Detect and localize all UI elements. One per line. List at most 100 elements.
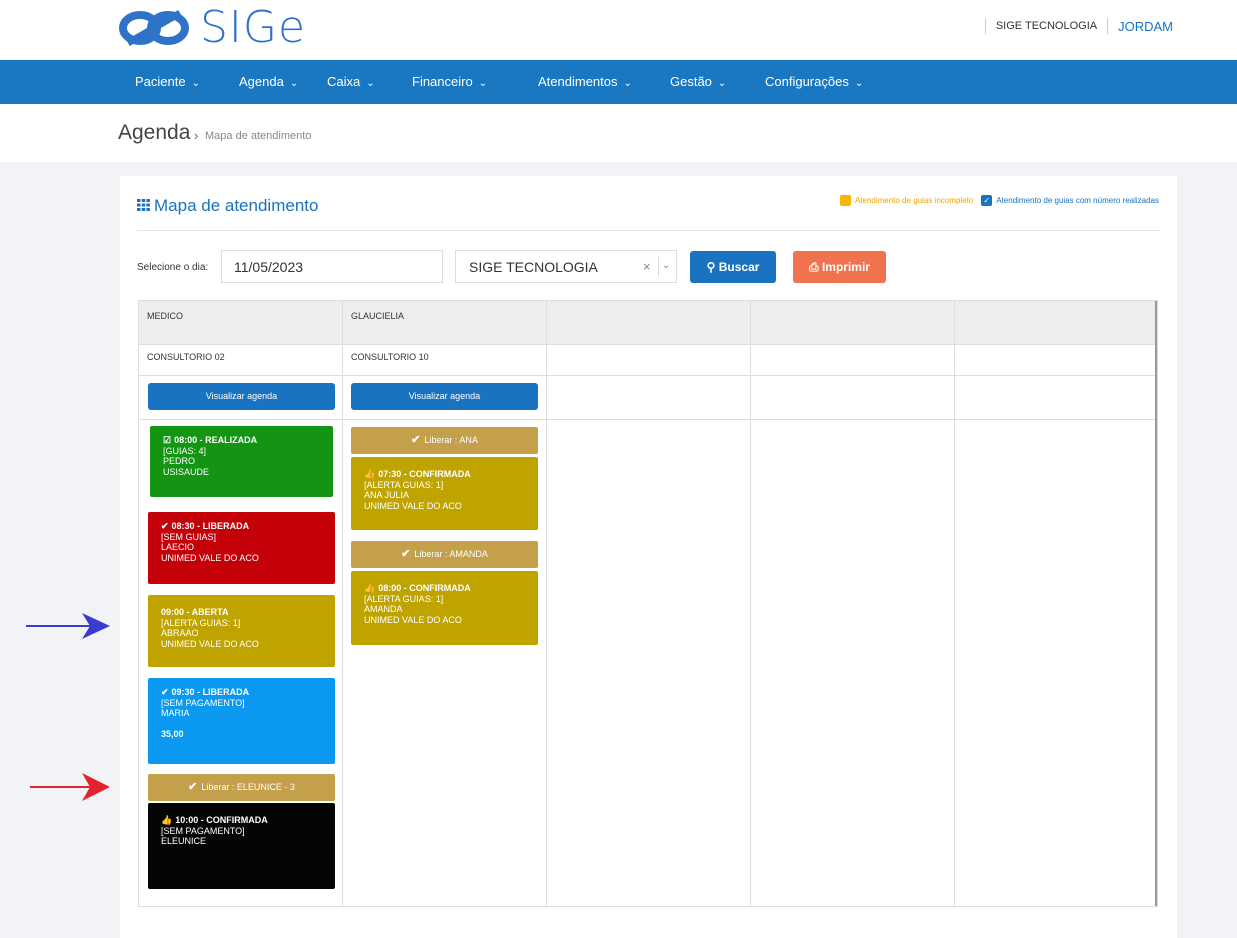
date-input[interactable]: 11/05/2023: [221, 250, 443, 283]
chevron-down-icon: ⌄: [366, 78, 375, 89]
nav-label: Atendimentos: [538, 74, 618, 89]
chevron-down-icon: ⌄: [191, 78, 200, 89]
patient-name: ELEUNICE: [161, 836, 207, 846]
appointment-card[interactable]: 09:00 - ABERTA [ALERTA GUIAS: 1] ABRAAO …: [148, 595, 335, 667]
appointment-card[interactable]: ✔ 08:30 - LIBERADA [SEM GUIAS] LAECIO UNI…: [148, 512, 335, 584]
nav-caixa[interactable]: Caixa ⌄: [327, 74, 375, 89]
divider: [1107, 18, 1109, 34]
appointment-detail: [ALERTA GUIAS: 1]: [364, 479, 444, 490]
nav-gestao[interactable]: Gestão ⌄: [670, 74, 726, 89]
column-divider: [546, 301, 547, 906]
nav-financeiro[interactable]: Financeiro ⌄: [412, 74, 487, 89]
doctor-name: MEDICO: [147, 311, 183, 321]
appointment-map: MEDICO GLAUCIELIA CONSULTORIO 02 CONSULT…: [138, 300, 1158, 907]
appointment-time-status: 08:00 - REALIZADA: [174, 435, 258, 445]
appointment-card[interactable]: 👍 10:00 - CONFIRMADA [SEM PAGAMENTO] ELEU…: [148, 803, 335, 889]
appointment-detail: [ALERTA GUIAS: 1]: [161, 617, 241, 628]
insurance-name: UNIMED VALE DO ACO: [161, 638, 259, 649]
payment-amount: 35,00: [161, 729, 184, 739]
appointment-title: ☑ 08:00 - REALIZADA: [163, 435, 320, 446]
appointment-card[interactable]: 👍 08:00 - CONFIRMADA [ALERTA GUIAS: 1] AM…: [351, 571, 538, 645]
panel-title-text: Mapa de atendimento: [154, 196, 319, 215]
clear-icon[interactable]: ×: [643, 259, 651, 274]
search-button[interactable]: ⚲ Buscar: [690, 251, 776, 283]
view-schedule-button[interactable]: Visualizar agenda: [351, 383, 538, 410]
thumbs-up-icon: 👍: [161, 815, 173, 825]
release-button[interactable]: ✔ Liberar : ANA: [351, 427, 538, 454]
map-panel: Mapa de atendimento Atendimento de guias…: [120, 176, 1177, 938]
print-button-label: Imprimir: [821, 260, 870, 274]
nav-label: Gestão: [670, 74, 712, 89]
header-row: [139, 301, 1157, 345]
column-divider: [954, 301, 955, 906]
company-name[interactable]: SIGE TECNOLOGIA: [996, 20, 1097, 32]
top-bar: SIGe SIGE TECNOLOGIA JORDAM: [0, 0, 1237, 60]
appointment-time-status: 07:30 - CONFIRMADA: [378, 469, 471, 479]
release-button[interactable]: ✔ Liberar : AMANDA: [351, 541, 538, 568]
column-divider: [1155, 301, 1157, 906]
appointment-time-status: 10:00 - CONFIRMADA: [175, 815, 268, 825]
release-button-label: Liberar : ELEUNICE - 3: [201, 782, 295, 792]
patient-name: ANA JULIA: [364, 490, 410, 500]
release-button-label: Liberar : AMANDA: [414, 549, 488, 559]
appointment-detail: [ALERTA GUIAS: 1]: [364, 593, 444, 604]
appointment-detail: [SEM PAGAMENTO]: [161, 697, 245, 708]
appointment-time-status: 09:00 - ABERTA: [161, 607, 229, 617]
search-button-label: Buscar: [718, 260, 760, 274]
logo-text: SIGe: [200, 2, 307, 53]
day-label: Selecione o dia:: [137, 262, 209, 273]
nav-configuracoes[interactable]: Configurações ⌄: [765, 74, 863, 89]
app-logo[interactable]: SIGe: [118, 6, 306, 50]
nav-label: Caixa: [327, 74, 361, 89]
thumbs-up-icon: 👍: [364, 469, 376, 479]
room-name: CONSULTORIO 10: [351, 352, 429, 362]
room-name: CONSULTORIO 02: [147, 352, 225, 362]
breadcrumb: Agenda › Mapa de atendimento: [0, 104, 1237, 162]
appointment-title: 👍 10:00 - CONFIRMADA: [161, 815, 322, 826]
appointment-detail: [SEM PAGAMENTO]: [161, 825, 245, 836]
appointment-time-status: 09:30 - LIBERADA: [171, 687, 250, 697]
user-menu[interactable]: JORDAM: [1118, 19, 1173, 34]
printer-icon: ⎙: [809, 260, 819, 274]
breadcrumb-current: Mapa de atendimento: [205, 130, 312, 142]
main-nav: Paciente ⌄ Agenda ⌄ Caixa ⌄ Financeiro ⌄ Ate…: [0, 60, 1237, 104]
print-button[interactable]: ⎙ Imprimir: [793, 251, 886, 283]
patient-name: LAECIO: [161, 542, 195, 552]
chevron-down-icon: ⌄: [478, 78, 488, 89]
nav-label: Configurações: [765, 74, 849, 89]
grid-icon: [137, 199, 150, 211]
insurance-name: USISAUDE: [163, 466, 210, 477]
chevron-down-icon[interactable]: ⌄: [662, 260, 670, 271]
column-divider: [750, 301, 751, 906]
appointment-card[interactable]: ☑ 08:00 - REALIZADA [GUIAS: 4] PEDRO USIS…: [150, 426, 333, 497]
check-icon: ✔: [161, 521, 169, 531]
release-button[interactable]: ✔ Liberar : ELEUNICE - 3: [148, 774, 335, 801]
logo-icon: [119, 9, 189, 47]
nav-atendimentos[interactable]: Atendimentos ⌄: [538, 74, 632, 89]
view-schedule-button[interactable]: Visualizar agenda: [148, 383, 335, 410]
appointment-title: ✔ 08:30 - LIBERADA: [161, 521, 322, 532]
legend-done-label: Atendimento de guias com número realizad…: [996, 196, 1159, 205]
room-row: [139, 345, 1157, 376]
divider: [658, 257, 659, 277]
column-divider: [342, 301, 343, 906]
appointment-card[interactable]: 👍 07:30 - CONFIRMADA [ALERTA GUIAS: 1] AN…: [351, 457, 538, 530]
nav-agenda[interactable]: Agenda ⌄: [239, 74, 298, 89]
nav-paciente[interactable]: Paciente ⌄: [135, 74, 200, 89]
check-icon: ✔: [401, 548, 411, 560]
panel-title: Mapa de atendimento: [137, 196, 318, 216]
release-button-label: Liberar : ANA: [424, 435, 478, 445]
nav-label: Financeiro: [412, 74, 473, 89]
clinic-select[interactable]: SIGE TECNOLOGIA × ⌄: [455, 250, 677, 283]
annotation-arrow-blue: [26, 613, 110, 639]
legend-incomplete-label: Atendimento de guias incompleto: [854, 196, 974, 205]
page-title: Agenda: [118, 121, 191, 144]
appointment-card[interactable]: ✔ 09:30 - LIBERADA [SEM PAGAMENTO] MARIA …: [148, 678, 335, 764]
patient-name: AMANDA: [364, 604, 403, 614]
appointment-title: ✔ 09:30 - LIBERADA: [161, 687, 322, 698]
appointment-time-status: 08:30 - LIBERADA: [171, 521, 250, 531]
nav-label: Paciente: [135, 74, 186, 89]
checkbox-icon: ☑: [163, 435, 172, 445]
thumbs-up-icon: 👍: [364, 583, 376, 593]
